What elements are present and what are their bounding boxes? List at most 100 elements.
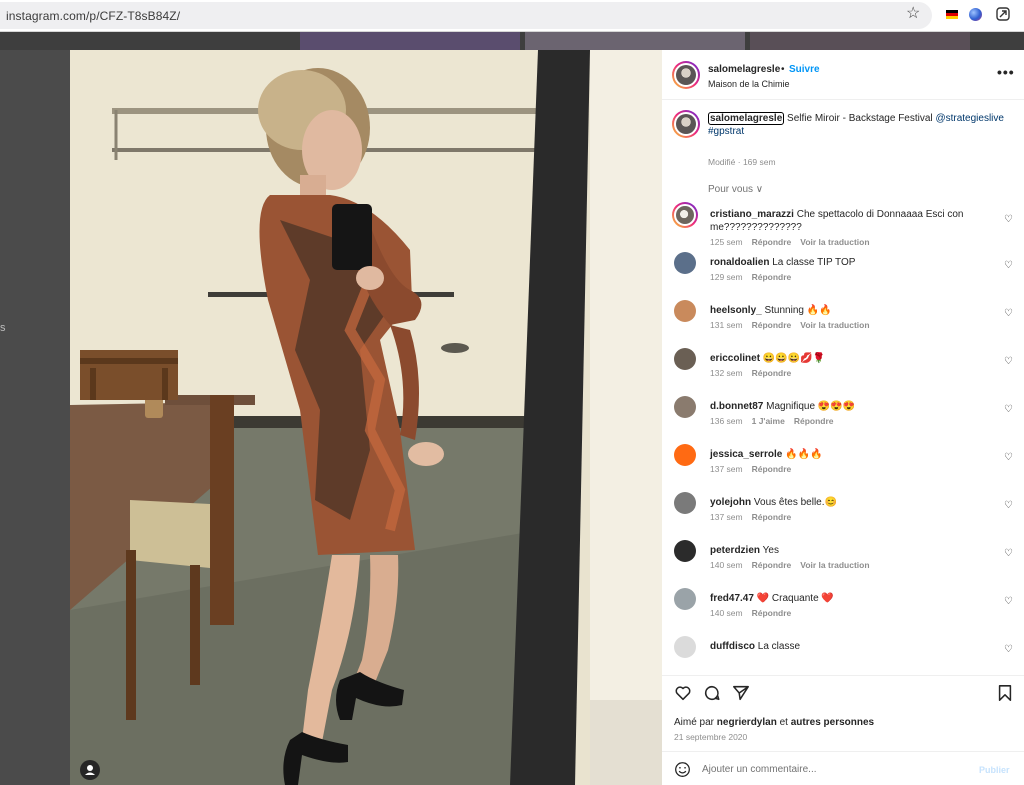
reply-button[interactable]: Répondre [752,464,792,474]
comment-meta: 129 sem Répondre [710,272,800,282]
commenter-avatar[interactable] [674,588,696,610]
reply-button[interactable]: Répondre [752,560,792,570]
reply-button[interactable]: Répondre [752,608,792,618]
publish-button[interactable]: Publier [979,765,1010,775]
send-extension-icon[interactable] [996,7,1010,21]
reply-button[interactable]: Répondre [752,237,792,247]
commenter-username[interactable]: fred47.47 [710,593,754,604]
address-bar[interactable]: instagram.com/p/CFZ-T8sB84Z/ [0,2,932,29]
commenter-username[interactable]: peterdzien [710,545,760,556]
comment-item: jessica_serrole 🔥🔥🔥 137 sem Répondre ♡ [662,442,1024,490]
post-photo[interactable] [70,50,662,785]
comment-like-heart-icon[interactable]: ♡ [1004,548,1013,559]
comment-like-heart-icon[interactable]: ♡ [1004,596,1013,607]
comment-text: Yes [762,545,779,556]
commenter-username[interactable]: cristiano_marazzi [710,209,794,220]
liked-by-text: Aimé par negrierdylan et autres personne… [674,717,874,728]
commenter-avatar[interactable] [674,348,696,370]
globe-extension-icon[interactable] [969,8,982,21]
comment-likes[interactable]: 1 J'aime [752,416,785,426]
comment-like-heart-icon[interactable]: ♡ [1004,308,1013,319]
comment-time: 137 sem [710,512,743,522]
post-header: salomelagresle • Suivre Maison de la Chi… [662,50,1024,100]
user-tag-button[interactable] [80,760,100,780]
commenter-username[interactable]: yolejohn [710,497,751,508]
reply-button[interactable]: Répondre [752,272,792,282]
more-options-icon[interactable]: ••• [997,64,1015,80]
caption-text: salomelagresle Selfie Miroir - Backstage… [708,112,1008,138]
caption-username[interactable]: salomelagresle [708,112,785,125]
heart-icon[interactable] [674,684,692,702]
comment-meta: 140 sem Répondre Voir la traduction [710,560,879,570]
commenter-avatar[interactable] [674,444,696,466]
author-username[interactable]: salomelagresle [708,64,780,75]
comment-item: d.bonnet87 Magnifique 😍😍😍 136 sem 1 J'aime… [662,394,1024,442]
caption-mention[interactable]: @strategieslive [935,113,1004,124]
comment-text: La classe [757,641,801,652]
comment-text: La classe TIP TOP [772,257,856,268]
commenter-username[interactable]: heelsonly_ [710,305,762,316]
bookmark-star-icon[interactable]: ☆ [906,4,920,24]
liked-others-link[interactable]: autres personnes [791,717,874,728]
comment-text: Magnifique 😍😍😍 [766,401,856,412]
comment-body: ronaldoalien La classe TIP TOP [710,256,990,269]
commenter-avatar[interactable] [674,252,696,274]
comment-input[interactable] [702,761,962,778]
caption-avatar[interactable] [672,110,700,138]
commenter-username[interactable]: ericcolinet [710,353,760,364]
comment-item: cristiano_marazzi Che spettacolo di Donn… [662,202,1024,250]
reply-button[interactable]: Répondre [752,368,792,378]
comment-like-heart-icon[interactable]: ♡ [1004,452,1013,463]
comment-body: cristiano_marazzi Che spettacolo di Donn… [710,208,990,234]
follow-button[interactable]: Suivre [789,64,820,75]
comment-meta: 137 sem Répondre [710,512,800,522]
comment-meta: 125 sem Répondre Voir la traduction [710,237,879,247]
commenter-avatar[interactable] [674,492,696,514]
commenter-username[interactable]: jessica_serrole [710,449,782,460]
author-avatar[interactable] [672,61,700,89]
comment-meta: 136 sem 1 J'aime Répondre [710,416,843,426]
commenter-avatar[interactable] [674,540,696,562]
emoji-icon[interactable] [674,761,691,778]
post-location[interactable]: Maison de la Chimie [708,79,790,89]
translate-button[interactable]: Voir la traduction [800,237,869,247]
commenter-avatar[interactable] [674,300,696,322]
comment-item: fred47.47 ❤️ Craquante ❤️ 140 sem Répondre… [662,586,1024,634]
commenter-username[interactable]: ronaldoalien [710,257,769,268]
comment-icon[interactable] [703,684,721,702]
comment-list[interactable]: cristiano_marazzi Che spettacolo di Donn… [662,202,1024,677]
comment-time: 132 sem [710,368,743,378]
comment-like-heart-icon[interactable]: ♡ [1004,214,1013,225]
commenter-avatar[interactable] [674,396,696,418]
post-date[interactable]: 21 septembre 2020 [674,732,747,742]
comment-like-heart-icon[interactable]: ♡ [1004,500,1013,511]
translate-button[interactable]: Voir la traduction [800,320,869,330]
share-icon[interactable] [732,684,750,702]
mirror-selfie-image [70,50,662,785]
reply-button[interactable]: Répondre [752,320,792,330]
commenter-username[interactable]: duffdisco [710,641,755,652]
commenter-avatar[interactable] [674,636,696,658]
side-fragment-text: s [0,322,6,334]
reply-button[interactable]: Répondre [794,416,834,426]
comment-text: 😀😀😀💋🌹 [762,353,826,364]
comment-like-heart-icon[interactable]: ♡ [1004,404,1013,415]
bookmark-icon[interactable] [996,684,1014,702]
comment-like-heart-icon[interactable]: ♡ [1004,356,1013,367]
comment-like-heart-icon[interactable]: ♡ [1004,260,1013,271]
commenter-avatar[interactable] [672,202,698,228]
commenter-username[interactable]: d.bonnet87 [710,401,763,412]
comment-item: peterdzien Yes 140 sem Répondre Voir la tra… [662,538,1024,586]
reply-button[interactable]: Répondre [752,512,792,522]
liked-user-link[interactable]: negrierdylan [717,717,777,728]
comment-time: 137 sem [710,464,743,474]
url-text[interactable]: instagram.com/p/CFZ-T8sB84Z/ [6,9,180,23]
comment-text: Stunning 🔥🔥 [764,305,832,316]
comment-body: fred47.47 ❤️ Craquante ❤️ [710,592,990,605]
caption-hashtag[interactable]: #gpstrat [708,125,1008,138]
comment-sort-dropdown[interactable]: Pour vous ∨ [708,184,763,195]
flag-de-icon[interactable] [946,10,958,19]
comment-like-heart-icon[interactable]: ♡ [1004,644,1013,655]
comment-body: peterdzien Yes [710,544,990,557]
translate-button[interactable]: Voir la traduction [800,560,869,570]
